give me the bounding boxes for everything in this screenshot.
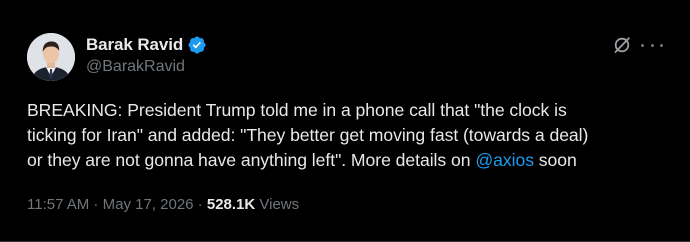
author-name-row[interactable]: Barak Ravid [86,34,207,56]
avatar-photo [27,33,75,81]
more-dots-icon[interactable] [641,35,663,55]
dot [650,43,654,47]
author-display-name[interactable]: Barak Ravid [86,35,183,55]
avatar[interactable] [27,33,75,81]
verified-badge-icon[interactable] [187,35,207,55]
tweet-text-line-1: BREAKING: President Trump told me in a p… [27,100,567,120]
views-label: Views [255,196,300,213]
dot [660,43,663,47]
grok-slash-icon[interactable] [612,35,632,55]
tweet-text-line-3-start: or they are not gonna have anything left… [27,150,476,170]
views-count: 528.1K [206,196,256,213]
tweet-text-line-2: ticking for Iran" and added: "They bette… [27,125,589,145]
tweet-card[interactable]: Barak Ravid @BarakRavid BREAKING: Presid… [0,0,690,242]
tweet-text-line-3-end: soon [533,150,577,170]
dot [641,43,644,47]
meta-separator: · [193,196,207,213]
tweet-meta: 11:57 AM · May 17, 2026 · 528.1K Views [27,196,299,213]
meta-separator: · [89,196,103,213]
mention-link[interactable]: @axios [475,150,534,170]
tweet-text-line-3: or they are not gonna have anything left… [27,148,677,173]
tweet-date[interactable]: May 17, 2026 [103,196,194,213]
tweet-text: BREAKING: President Trump told me in a p… [27,98,677,173]
tweet-time[interactable]: 11:57 AM [27,196,89,213]
author-handle[interactable]: @BarakRavid [86,58,185,76]
